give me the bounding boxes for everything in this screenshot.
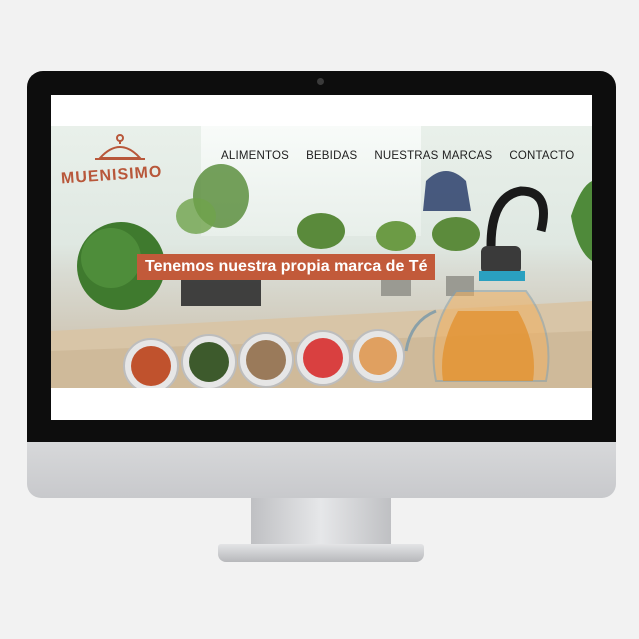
hero-banner: Tenemos nuestra propia marca de Té — [137, 254, 436, 280]
monitor-stand-base — [218, 544, 424, 562]
logo[interactable]: MUENISIMO — [55, 130, 185, 205]
nav-item-nuestras-marcas[interactable]: NUESTRAS MARCAS — [374, 150, 492, 162]
website-screen: MUENISIMO ALIMENTOS BEBIDAS NUESTRAS MAR… — [51, 95, 592, 420]
monitor-stand — [251, 498, 391, 546]
webcam — [317, 78, 324, 85]
main-nav: ALIMENTOS BEBIDAS NUESTRAS MARCAS CONTAC… — [221, 150, 574, 162]
monitor-bezel: MUENISIMO ALIMENTOS BEBIDAS NUESTRAS MAR… — [27, 71, 616, 442]
nav-item-alimentos[interactable]: ALIMENTOS — [221, 150, 289, 162]
cloche-icon — [95, 134, 145, 160]
nav-item-bebidas[interactable]: BEBIDAS — [306, 150, 357, 162]
nav-item-contacto[interactable]: CONTACTO — [509, 150, 574, 162]
monitor-chin — [27, 442, 616, 498]
hero-image: MUENISIMO ALIMENTOS BEBIDAS NUESTRAS MAR… — [51, 126, 592, 388]
